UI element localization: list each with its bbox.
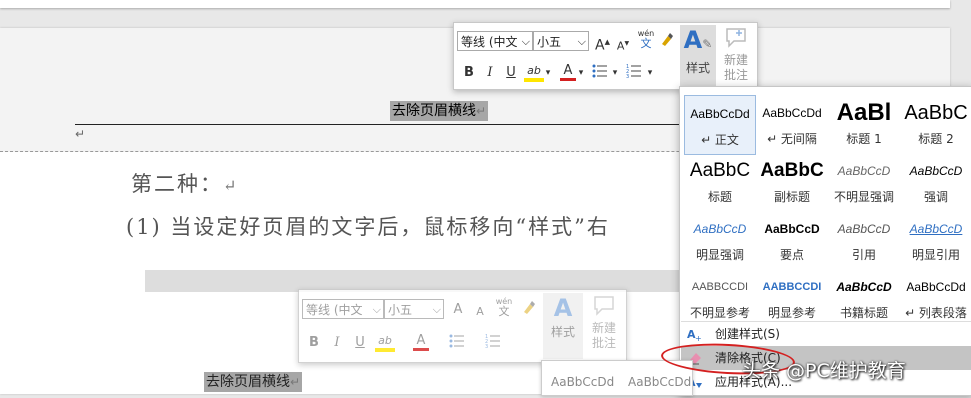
style-intense-emphasis[interactable]: AaBbCcD 明显强调 [684,211,756,271]
svg-text:3: 3 [485,344,488,349]
svg-text:3: 3 [626,74,629,79]
format-painter-icon[interactable] [521,300,537,322]
mini-toolbar-2: 等线 (中文 ⌵ 小五 ⌵ A A wén 文 B I U ab A 123 A 样式… [298,289,627,363]
font-size-select[interactable]: 小五 ⌵ [533,31,589,51]
header-border-line [75,124,685,125]
format-painter-icon[interactable] [659,32,675,54]
grow-font-button[interactable]: A▲ [595,33,610,55]
bold-button-2[interactable]: B [307,334,321,352]
style-subtle-emphasis[interactable]: AaBbCcD 不明显强调 [828,153,900,213]
style-strong[interactable]: AaBbCcD 要点 [756,211,828,271]
header-text[interactable]: 去除页眉横线↵ [390,101,489,121]
shrink-font-button[interactable]: A▼ [616,35,630,56]
style-normal[interactable]: AaBbCcDd ↵ 正文 [684,95,756,155]
italic-button-2[interactable]: I [330,334,344,352]
paragraph-1[interactable]: 第二种：↵ [131,168,238,198]
comment-icon [726,28,746,48]
header-text-2[interactable]: 去除页眉横线↵ [204,372,303,392]
font-color-button[interactable]: A [560,62,576,81]
numbering-icon[interactable]: 123 [626,63,642,85]
create-style-menu-item[interactable]: A + 创建样式(S) [681,322,971,346]
shrink-font-button-2[interactable]: A [473,303,487,321]
style-heading-2[interactable]: AaBbC 标题 2 [900,95,971,155]
grow-font-button-2[interactable]: A [451,301,465,319]
style-subtitle[interactable]: AaBbC 副标题 [756,153,828,213]
style-subtle-reference[interactable]: AABBCCDI 不明显参考 [684,269,756,329]
new-comment-button[interactable]: 新建 批注 [720,27,752,83]
styles-icon: A [553,294,573,322]
bullets-icon[interactable] [449,333,465,355]
style-intense-reference[interactable]: AABBCCDI 明显参考 [756,269,828,329]
style-emphasis[interactable]: AaBbCcD 强调 [900,153,971,213]
chevron-down-icon[interactable]: ▾ [611,64,619,82]
chevron-down-icon: ⌵ [521,35,530,48]
font-color-button-2[interactable]: A [413,332,429,351]
style-title[interactable]: AaBbC 标题 [684,153,756,213]
style-quote[interactable]: AaBbCcD 引用 [828,211,900,271]
phonetic-guide-button[interactable]: wén 文 [637,29,655,49]
underline-button[interactable]: U [504,64,518,82]
styles-gallery-2: AaBbCcDd AaBbCcDd [541,360,693,396]
style-heading-1[interactable]: AaBl 标题 1 [828,95,900,155]
bullets-icon[interactable] [592,63,608,85]
comment-icon [594,296,614,316]
paragraph-2[interactable]: (1) 当设定好页眉的文字后，鼠标移向“样式”右 [126,211,610,241]
style-no-spacing[interactable]: AaBbCcDd ↵ 无间隔 [756,95,828,155]
chevron-down-icon[interactable]: ▾ [577,64,585,82]
numbering-icon[interactable]: 123 [485,333,501,355]
style-normal-2[interactable]: AaBbCcDd [551,375,614,389]
font-size-select-2[interactable]: 小五 ⌵ [384,299,444,319]
watermark: 头条 @PC维护教育 [742,360,906,382]
style-book-title[interactable]: AaBbCcD 书籍标题 [828,269,900,329]
svg-text:+: + [695,334,702,342]
highlight-color-button-2[interactable]: ab [375,332,395,352]
chevron-down-icon: ⌵ [432,303,441,316]
style-list-paragraph[interactable]: AaBbCcDd ↵ 列表段落 [900,269,971,329]
chevron-down-icon: ⌵ [372,303,381,316]
paragraph-mark: ↵ [75,127,86,141]
chevron-down-icon[interactable]: ▾ [544,64,552,82]
font-name-select-2[interactable]: 等线 (中文 ⌵ [302,299,384,319]
style-no-spacing-2[interactable]: AaBbCcDd [628,375,691,389]
create-style-icon: A + [687,326,703,343]
styles-icon: A✎ [683,26,713,54]
chevron-down-icon[interactable]: ▾ [646,64,654,82]
font-name-select[interactable]: 等线 (中文 ⌵ [457,31,533,51]
style-intense-quote[interactable]: AaBbCcD 明显引用 [900,211,971,271]
italic-button[interactable]: I [483,64,497,82]
bold-button[interactable]: B [462,64,476,82]
previous-page [0,0,950,8]
underline-button-2[interactable]: U [353,334,367,352]
chevron-down-icon: ⌵ [577,35,586,48]
phonetic-guide-button-2[interactable]: wén 文 [495,297,513,317]
new-comment-button-2[interactable]: 新建 批注 [587,295,621,351]
mini-toolbar: 等线 (中文 ⌵ 小五 ⌵ A▲ A▼ wén 文 B I U ab ▾ A ▾ ▾ … [453,22,758,90]
styles-button-2[interactable]: A 样式 [543,293,583,359]
styles-button[interactable]: A✎ 样式 [680,25,716,87]
highlight-color-button[interactable]: ab [524,62,544,82]
